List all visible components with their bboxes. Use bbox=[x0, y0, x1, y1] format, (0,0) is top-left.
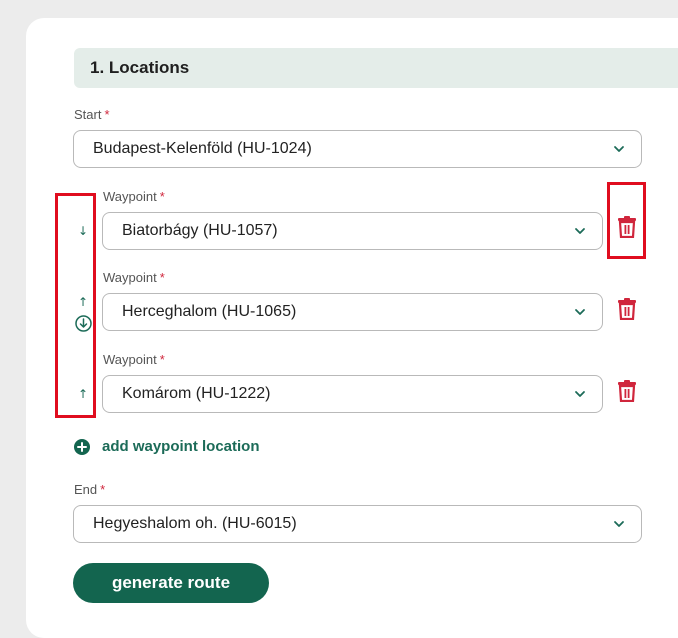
delete-waypoint-3-trash-icon[interactable] bbox=[618, 380, 636, 402]
waypoint-3-label-text: Waypoint bbox=[103, 352, 157, 367]
start-select[interactable]: Budapest-Kelenföld (HU-1024) bbox=[73, 130, 642, 168]
waypoint-3-select-value: Komárom (HU-1222) bbox=[122, 385, 271, 402]
chevron-down-icon bbox=[614, 521, 624, 527]
end-label: End * bbox=[74, 482, 105, 497]
waypoint-1-label-text: Waypoint bbox=[103, 189, 157, 204]
required-asterisk: * bbox=[159, 270, 165, 285]
end-select-value: Hegyeshalom oh. (HU-6015) bbox=[93, 515, 297, 532]
delete-button-highlight bbox=[607, 182, 646, 259]
waypoint-3-select[interactable]: Komárom (HU-1222) bbox=[102, 375, 603, 413]
required-asterisk: * bbox=[159, 189, 165, 204]
waypoint-1-label: Waypoint * bbox=[103, 189, 165, 204]
start-select-value: Budapest-Kelenföld (HU-1024) bbox=[93, 140, 312, 157]
add-waypoint-label: add waypoint location bbox=[102, 438, 260, 455]
waypoint-2-label-text: Waypoint bbox=[103, 270, 157, 285]
delete-waypoint-2-trash-icon[interactable] bbox=[618, 298, 636, 320]
chevron-down-icon bbox=[575, 391, 585, 397]
start-label: Start * bbox=[74, 107, 110, 122]
waypoint-2-select-value: Herceghalom (HU-1065) bbox=[122, 303, 297, 320]
waypoint-2-select[interactable]: Herceghalom (HU-1065) bbox=[102, 293, 603, 331]
waypoint-1-select[interactable]: Biatorbágy (HU-1057) bbox=[102, 212, 603, 250]
waypoint-1-select-value: Biatorbágy (HU-1057) bbox=[122, 222, 278, 239]
reorder-arrows-highlight bbox=[55, 193, 96, 418]
required-asterisk: * bbox=[104, 107, 110, 122]
end-label-text: End bbox=[74, 482, 98, 497]
section-title: 1. Locations bbox=[74, 48, 678, 88]
chevron-down-icon bbox=[575, 309, 585, 315]
required-asterisk: * bbox=[159, 352, 165, 367]
chevron-down-icon bbox=[575, 228, 585, 234]
add-waypoint-link[interactable]: add waypoint location bbox=[74, 438, 260, 455]
waypoint-2-label: Waypoint * bbox=[103, 270, 165, 285]
start-label-text: Start bbox=[74, 107, 102, 122]
generate-route-button[interactable]: generate route bbox=[73, 563, 269, 603]
required-asterisk: * bbox=[100, 482, 106, 497]
plus-circle-icon bbox=[74, 438, 90, 455]
chevron-down-icon bbox=[614, 146, 624, 152]
waypoint-3-label: Waypoint * bbox=[103, 352, 165, 367]
end-select[interactable]: Hegyeshalom oh. (HU-6015) bbox=[73, 505, 642, 543]
